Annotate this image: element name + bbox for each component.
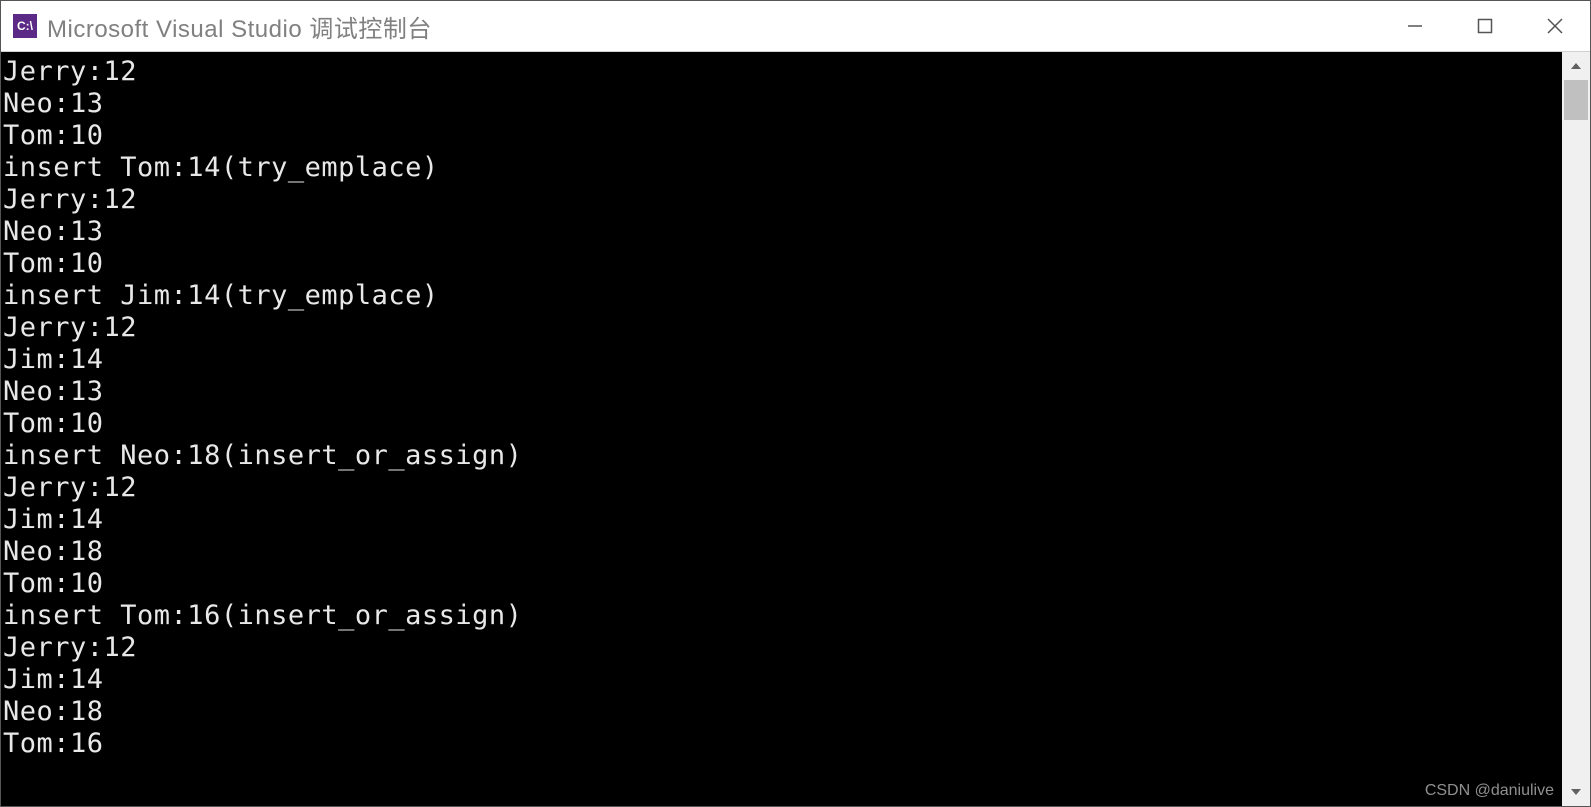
title-left: C:\ Microsoft Visual Studio 调试控制台 xyxy=(13,9,432,44)
close-button[interactable] xyxy=(1520,1,1590,51)
maximize-button[interactable] xyxy=(1450,1,1520,51)
chevron-up-icon xyxy=(1570,60,1582,72)
scroll-track[interactable] xyxy=(1562,80,1590,778)
body-area: Jerry:12 Neo:13 Tom:10 insert Tom:14(try… xyxy=(1,52,1590,806)
minimize-icon xyxy=(1406,17,1424,35)
titlebar[interactable]: C:\ Microsoft Visual Studio 调试控制台 xyxy=(1,1,1590,52)
minimize-button[interactable] xyxy=(1380,1,1450,51)
window-controls xyxy=(1380,1,1590,51)
scroll-down-button[interactable] xyxy=(1562,778,1590,806)
window-title: Microsoft Visual Studio 调试控制台 xyxy=(47,9,432,44)
close-icon xyxy=(1546,17,1564,35)
console-output: Jerry:12 Neo:13 Tom:10 insert Tom:14(try… xyxy=(1,52,1562,806)
app-icon-text: C:\ xyxy=(17,19,33,33)
maximize-icon xyxy=(1477,18,1493,34)
vertical-scrollbar[interactable] xyxy=(1562,52,1590,806)
window-frame: C:\ Microsoft Visual Studio 调试控制台 Jerry:… xyxy=(0,0,1591,807)
scroll-up-button[interactable] xyxy=(1562,52,1590,80)
scroll-thumb[interactable] xyxy=(1564,80,1588,120)
app-icon: C:\ xyxy=(13,14,37,38)
chevron-down-icon xyxy=(1570,786,1582,798)
